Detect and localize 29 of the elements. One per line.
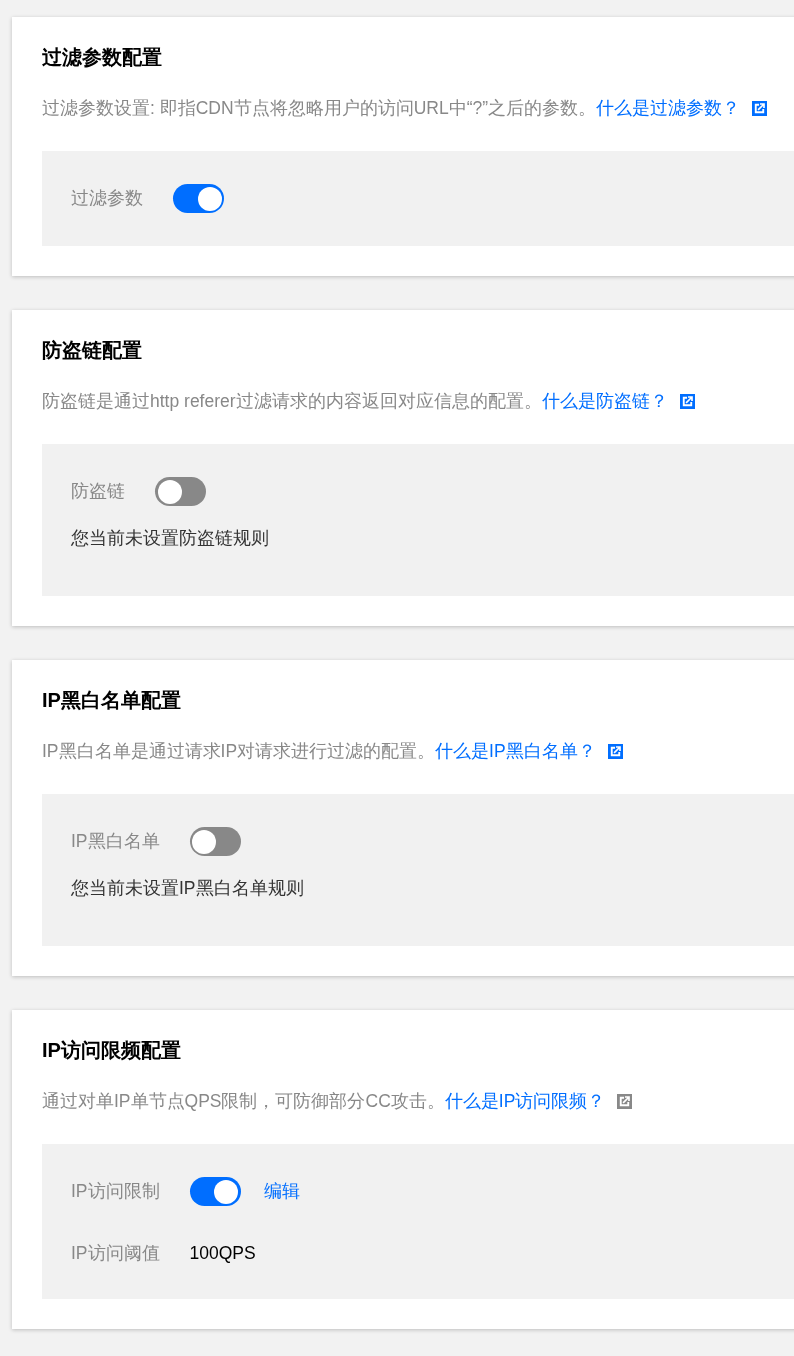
field-value: 100QPS bbox=[189, 1242, 256, 1265]
field-label: 防盗链 bbox=[71, 480, 125, 504]
section-description: 过滤参数设置: 即指CDN节点将忽略用户的访问URL中“?”之后的参数。 bbox=[42, 97, 597, 120]
field-label: 过滤参数 bbox=[71, 187, 143, 211]
section-title: IP访问限频配置 bbox=[42, 1038, 182, 1063]
section-description: IP黑白名单是通过请求IP对请求进行过滤的配置。 bbox=[42, 740, 436, 763]
help-link[interactable]: 什么是过滤参数？ bbox=[596, 95, 741, 121]
external-link-icon[interactable] bbox=[679, 393, 695, 409]
section-title: 过滤参数配置 bbox=[42, 45, 163, 70]
field-label: IP黑白名单 bbox=[71, 830, 160, 854]
toggle-switch[interactable] bbox=[155, 477, 206, 506]
toggle-switch[interactable] bbox=[189, 827, 241, 856]
section-title: IP黑白名单配置 bbox=[42, 688, 182, 713]
edit-link[interactable]: 编辑 bbox=[263, 1178, 300, 1205]
toggle-switch[interactable] bbox=[173, 184, 224, 213]
help-link[interactable]: 什么是防盗链？ bbox=[541, 388, 668, 414]
section-description: 通过对单IP单节点QPS限制，可防御部分CC攻击。 bbox=[42, 1090, 445, 1113]
field-label: IP访问限制 bbox=[71, 1180, 160, 1204]
field-label: IP访问阈值 bbox=[71, 1242, 160, 1265]
external-link-icon[interactable] bbox=[617, 1093, 633, 1109]
section-title: 防盗链配置 bbox=[42, 338, 143, 363]
external-link-icon[interactable] bbox=[752, 100, 768, 116]
help-link[interactable]: 什么是IP访问限频？ bbox=[444, 1088, 606, 1114]
help-link[interactable]: 什么是IP黑白名单？ bbox=[435, 738, 596, 764]
section-description: 防盗链是通过http referer过滤请求的内容返回对应信息的配置。 bbox=[42, 390, 542, 413]
toggle-switch[interactable] bbox=[189, 1177, 241, 1206]
status-message: 您当前未设置IP黑白名单规则 bbox=[71, 877, 305, 900]
external-link-icon[interactable] bbox=[607, 743, 623, 759]
status-message: 您当前未设置防盗链规则 bbox=[71, 527, 270, 550]
